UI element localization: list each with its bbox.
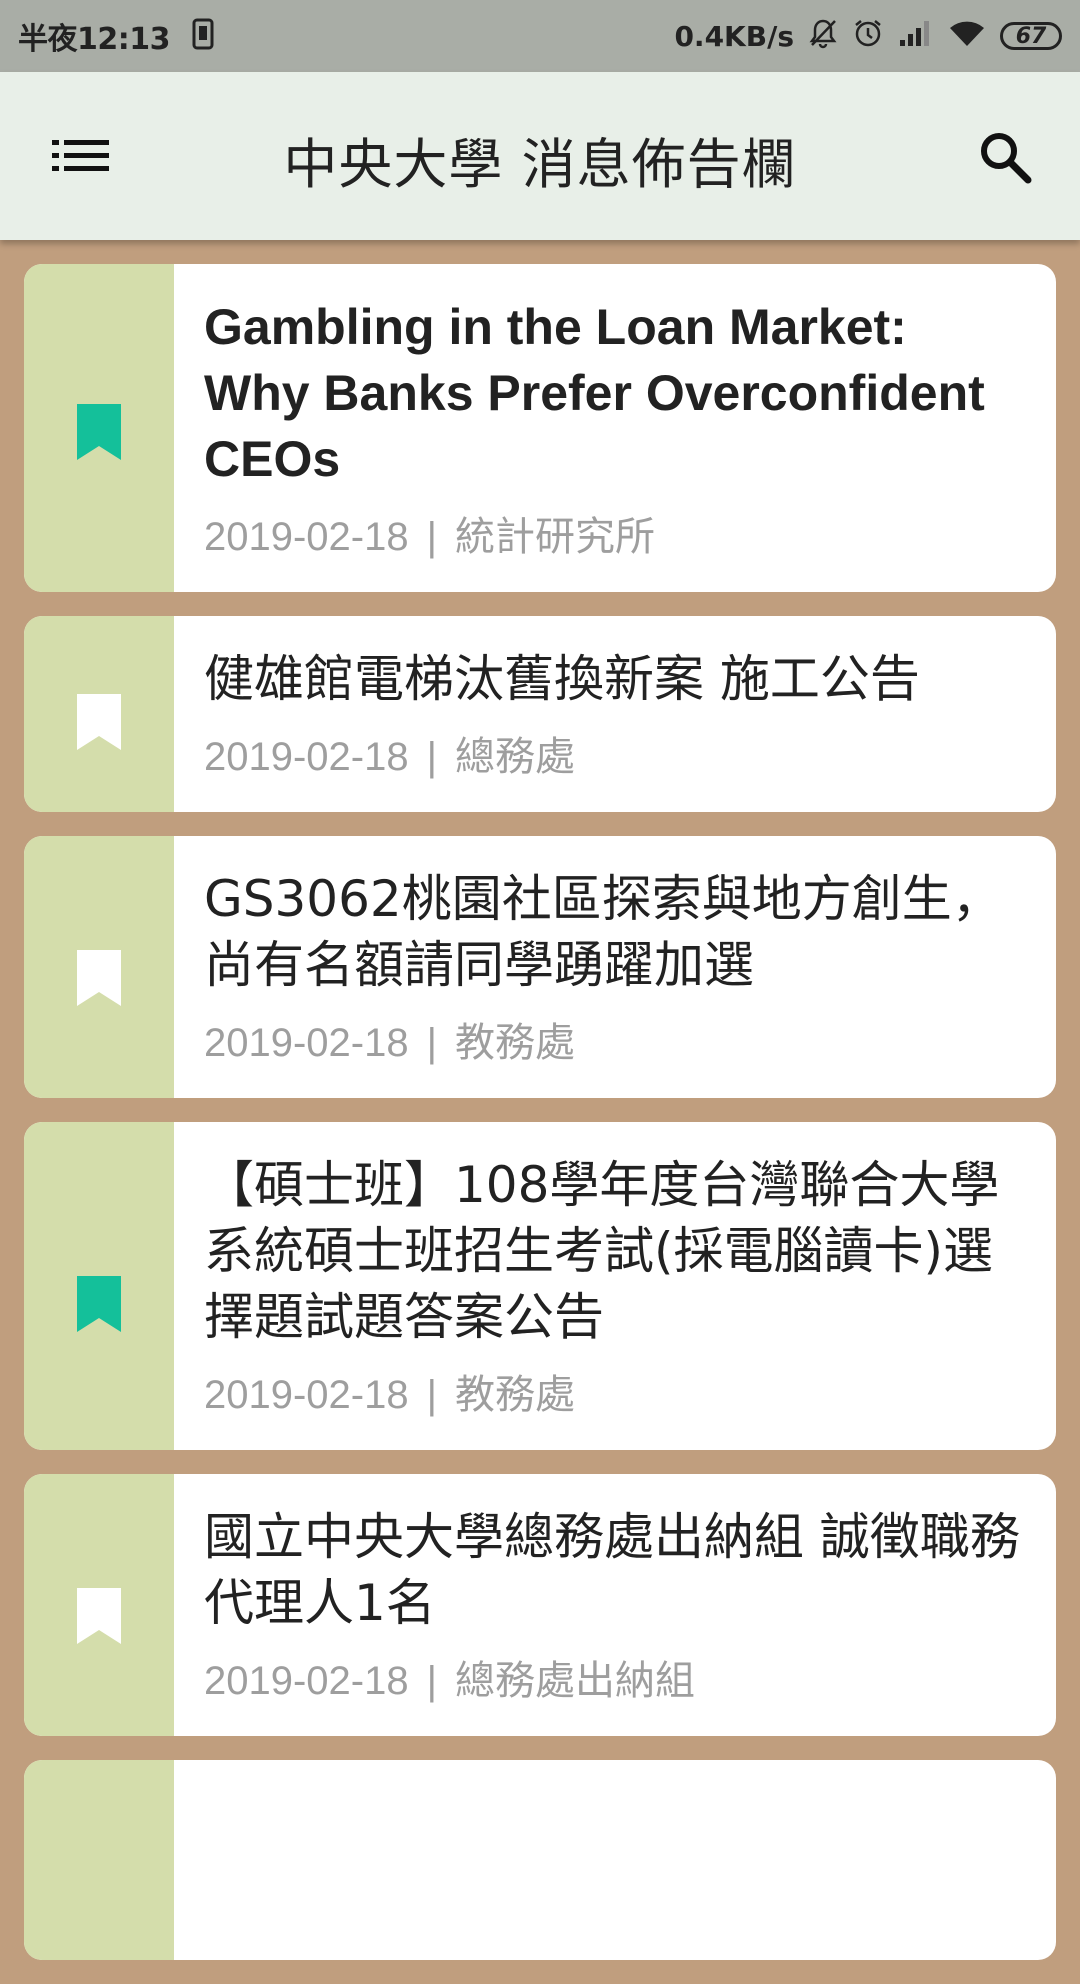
announcement-department: 統計研究所 xyxy=(455,515,655,559)
alarm-icon xyxy=(852,17,884,56)
search-icon xyxy=(981,133,1032,184)
announcement-date: 2019-02-18 xyxy=(204,1659,409,1703)
announcement-card[interactable]: 國立中央大學總務處出納組 誠徵職務代理人1名 2019-02-18 | 總務處出納組 xyxy=(24,1474,1056,1736)
announcement-card-partial[interactable] xyxy=(24,1760,1056,1960)
card-stripe xyxy=(24,1122,174,1450)
mute-bell-icon xyxy=(808,17,838,56)
bookmark-icon[interactable] xyxy=(77,404,121,460)
announcement-title: 健雄館電梯汰舊換新案 施工公告 xyxy=(204,650,920,708)
sim-card-icon xyxy=(192,18,214,54)
card-stripe xyxy=(24,1474,174,1736)
announcement-department: 教務處 xyxy=(455,1373,575,1417)
meta-separator: | xyxy=(426,515,437,559)
announcement-card[interactable]: 【碩士班】108學年度台灣聯合大學系統碩士班招生考試(採電腦讀卡)選擇題試題答案… xyxy=(24,1122,1056,1450)
meta-separator: | xyxy=(426,1373,437,1417)
battery-indicator: 67 xyxy=(1000,22,1062,50)
bookmark-icon[interactable] xyxy=(77,950,121,1006)
network-speed: 0.4KB/s xyxy=(674,19,794,53)
announcement-date: 2019-02-18 xyxy=(204,1373,409,1417)
wifi-icon xyxy=(948,18,986,55)
announcement-title: Gambling in the Loan Market: Why Banks P… xyxy=(204,299,985,487)
meta-separator: | xyxy=(426,1021,437,1065)
card-stripe xyxy=(24,1760,174,1960)
announcement-meta: 2019-02-18 | 教務處 xyxy=(204,1010,1026,1068)
meta-separator: | xyxy=(426,735,437,779)
announcement-department: 教務處 xyxy=(455,1021,575,1065)
announcement-card[interactable]: GS3062桃園社區探索與地方創生，尚有名額請同學踴躍加選 2019-02-18… xyxy=(24,836,1056,1098)
page-title: 中央大學 消息佈告欄 xyxy=(283,133,797,196)
announcement-title: 【碩士班】108學年度台灣聯合大學系統碩士班招生考試(採電腦讀卡)選擇題試題答案… xyxy=(204,1156,1000,1346)
bookmark-icon[interactable] xyxy=(77,1588,121,1644)
announcement-meta: 2019-02-18 | 教務處 xyxy=(204,1362,1026,1420)
announcement-department: 總務處 xyxy=(455,735,575,779)
signal-icon xyxy=(898,18,934,55)
announcement-meta: 2019-02-18 | 總務處 xyxy=(204,724,1026,782)
announcement-department: 總務處出納組 xyxy=(455,1659,695,1703)
announcement-meta: 2019-02-18 | 統計研究所 xyxy=(204,504,1026,562)
card-stripe xyxy=(24,264,174,592)
bookmark-icon[interactable] xyxy=(77,694,121,750)
announcement-date: 2019-02-18 xyxy=(204,515,409,559)
search-button[interactable] xyxy=(975,127,1035,187)
announcement-title: 國立中央大學總務處出納組 誠徵職務代理人1名 xyxy=(204,1508,1020,1632)
announcement-title: GS3062桃園社區探索與地方創生，尚有名額請同學踴躍加選 xyxy=(204,870,1002,994)
card-stripe xyxy=(24,836,174,1098)
card-stripe xyxy=(24,616,174,812)
announcement-meta: 2019-02-18 | 總務處出納組 xyxy=(204,1648,1026,1706)
status-bar: 半夜12:13 0.4KB/s 67 xyxy=(0,0,1080,72)
announcement-date: 2019-02-18 xyxy=(204,1021,409,1065)
bookmark-icon[interactable] xyxy=(77,1276,121,1332)
meta-separator: | xyxy=(426,1659,437,1703)
app-bar: 中央大學 消息佈告欄 xyxy=(0,72,1080,240)
announcement-list: Gambling in the Loan Market: Why Banks P… xyxy=(24,264,1056,1984)
announcement-card[interactable]: 健雄館電梯汰舊換新案 施工公告 2019-02-18 | 總務處 xyxy=(24,616,1056,812)
announcement-card[interactable]: Gambling in the Loan Market: Why Banks P… xyxy=(24,264,1056,592)
announcement-date: 2019-02-18 xyxy=(204,735,409,779)
status-time: 半夜12:13 xyxy=(18,22,171,57)
